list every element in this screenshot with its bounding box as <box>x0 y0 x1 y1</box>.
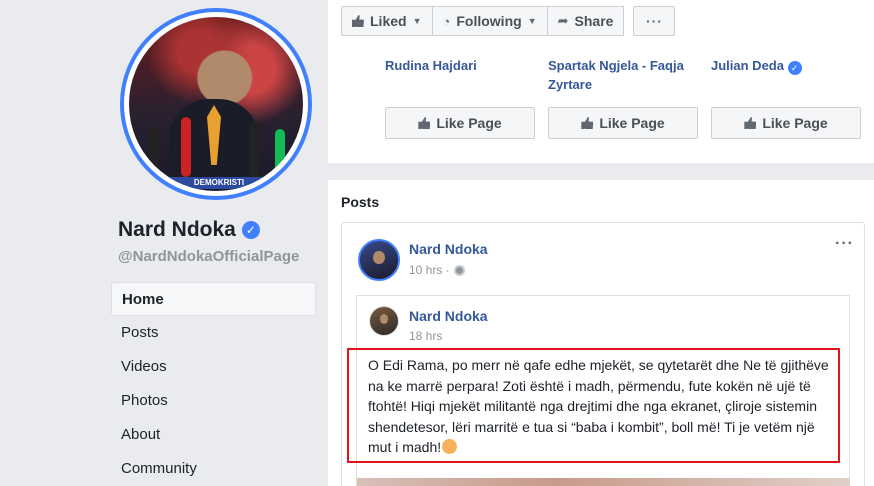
like-page-label: Like Page <box>762 115 828 131</box>
like-page-button[interactable]: Like Page <box>711 107 861 139</box>
photo-banner-text: DEMOKRISTI <box>159 177 279 189</box>
photo-mic <box>149 127 159 187</box>
suggested-page-name-text: Julian Deda <box>711 58 784 73</box>
suggested-page: Julian Deda ✓ Like Page <box>711 56 861 139</box>
more-options-button[interactable]: ··· <box>633 6 676 36</box>
post-time-text: 10 hrs · <box>409 263 450 277</box>
globe-icon <box>453 264 465 276</box>
action-bar: Liked ▼ ◔ Following ▼ ➦ Share ··· <box>341 6 676 36</box>
like-thumb-icon <box>581 117 594 129</box>
liked-label: Liked <box>370 13 407 29</box>
suggested-page-name[interactable]: Spartak Ngjela - Faqja Zyrtare <box>548 56 698 94</box>
like-page-label: Like Page <box>599 115 665 131</box>
nav-item-about[interactable]: About <box>111 418 316 452</box>
share-button[interactable]: ➦ Share <box>546 6 625 36</box>
suggested-page-name[interactable]: Julian Deda ✓ <box>711 56 861 75</box>
post-photo[interactable] <box>357 478 850 486</box>
nav-item-community[interactable]: Community <box>111 452 316 486</box>
profile-photo: DEMOKRISTI <box>129 17 303 191</box>
page-handle[interactable]: @NardNdokaOfficialPage <box>118 248 299 265</box>
following-button[interactable]: ◔ Following ▼ <box>431 6 548 36</box>
like-thumb-icon <box>352 15 364 27</box>
liked-button[interactable]: Liked ▼ <box>341 6 433 36</box>
post-options-button[interactable]: ··· <box>835 235 854 253</box>
nav-item-videos[interactable]: Videos <box>111 350 316 384</box>
post-body: O Edi Rama, po merr në qafe edhe mjekët,… <box>368 357 829 455</box>
page-nav: Home Posts Videos Photos About Community <box>111 282 316 486</box>
like-thumb-icon <box>744 117 757 129</box>
verified-badge-icon: ✓ <box>241 221 260 239</box>
chevron-down-icon: ▼ <box>527 16 537 26</box>
share-arrow-icon: ➦ <box>557 13 569 28</box>
photo-mic <box>249 121 259 181</box>
like-page-button[interactable]: Like Page <box>385 107 535 139</box>
post-author[interactable]: Nard Ndoka <box>409 241 488 257</box>
chevron-down-icon: ▼ <box>412 16 422 26</box>
suggested-page-name[interactable]: Rudina Hajdari <box>385 56 535 75</box>
nav-item-posts[interactable]: Posts <box>111 316 316 350</box>
post-text: O Edi Rama, po merr në qafe edhe mjekët,… <box>368 355 830 458</box>
rss-icon: ◔ <box>442 13 451 29</box>
nav-item-photos[interactable]: Photos <box>111 384 316 418</box>
suggested-page: Spartak Ngjela - Faqja Zyrtare Like Page <box>548 56 698 139</box>
angry-face-emoji-icon <box>442 439 458 454</box>
post-timestamp[interactable]: 10 hrs · <box>409 263 465 277</box>
avatar[interactable] <box>369 306 399 336</box>
shared-post-timestamp[interactable]: 18 hrs <box>409 329 442 343</box>
following-label: Following <box>456 13 522 29</box>
avatar[interactable] <box>358 239 400 281</box>
verified-badge-icon: ✓ <box>787 61 802 75</box>
photo-mic <box>181 117 191 177</box>
page-name-text: Nard Ndoka <box>118 218 236 241</box>
like-page-button[interactable]: Like Page <box>548 107 698 139</box>
shared-post-author[interactable]: Nard Ndoka <box>409 308 488 324</box>
page-title[interactable]: Nard Ndoka ✓ <box>118 218 260 242</box>
suggested-page: Rudina Hajdari Like Page <box>385 56 535 139</box>
like-page-label: Like Page <box>436 115 502 131</box>
posts-heading: Posts <box>341 194 380 210</box>
profile-picture[interactable]: DEMOKRISTI <box>120 8 312 200</box>
share-label: Share <box>574 13 614 29</box>
like-thumb-icon <box>418 117 431 129</box>
page-actions-card: Liked ▼ ◔ Following ▼ ➦ Share ··· Rudina… <box>328 0 874 163</box>
nav-item-home[interactable]: Home <box>111 282 316 316</box>
